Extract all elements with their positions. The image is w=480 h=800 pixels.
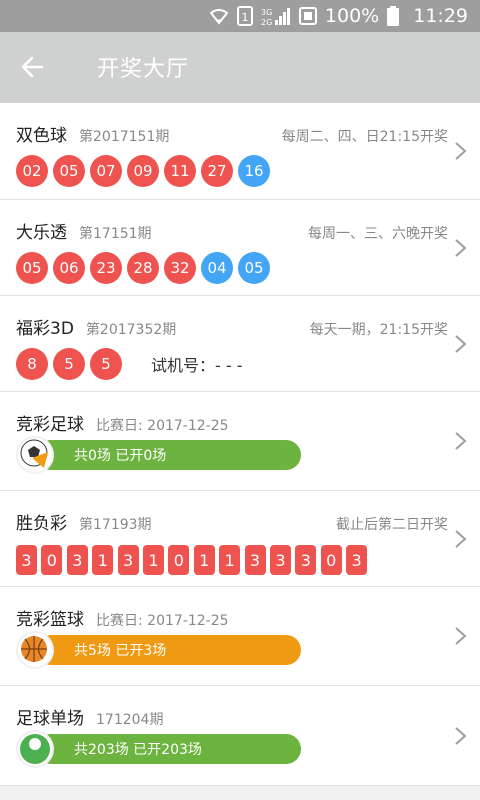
chevron-right-icon [455,726,467,745]
app-bar: 开奖大厅 [0,32,480,102]
result-digit: 0 [320,545,342,575]
chevron-right-icon [455,627,467,645]
result-digit: 0 [168,545,190,575]
lottery-name: 竞彩篮球 [16,610,84,630]
lottery-schedule: 每周二、四、日21:15开奖 [281,129,448,145]
lottery-schedule: 截止后第二日开奖 [336,517,448,533]
chevron-right-icon [455,334,467,353]
red-ball: 23 [90,252,122,284]
match-summary-pill: 共5场 已开3场 [16,631,301,669]
red-ball: 32 [164,252,196,284]
result-digit: 3 [66,545,88,575]
result-digit: 1 [92,545,114,575]
match-summary: 共0场 已开0场 [36,440,301,470]
red-ball: 02 [16,155,48,187]
card-icon [298,6,317,26]
red-ball: 05 [53,155,85,187]
result-balls: 05 06 23 28 32 04 05 [16,252,275,284]
chevron-right-icon [455,529,467,548]
wifi-icon [209,7,229,25]
red-ball: 11 [164,155,196,187]
result-balls: 8 5 5 试机号：- - - [16,348,243,380]
result-digit: 1 [219,545,241,575]
lottery-row-dlt[interactable]: 大乐透 第17151期 每周一、三、六晚开奖 05 06 23 28 32 04… [0,200,480,296]
result-digit: 0 [41,545,63,575]
lottery-issue: 171204期 [96,712,164,728]
chevron-right-icon [455,432,467,450]
red-ball: 07 [90,155,122,187]
blue-ball: 05 [238,252,270,284]
lottery-row-sfc[interactable]: 胜负彩 第17193期 截止后第二日开奖 3 0 3 1 3 1 0 1 1 3… [0,491,480,587]
match-summary: 共203场 已开203场 [36,734,301,764]
match-summary-pill: 共0场 已开0场 [16,436,301,474]
lottery-schedule: 每天一期，21:15开奖 [309,322,448,338]
basketball-icon [16,631,54,669]
result-digit: 3 [346,545,368,575]
result-digit: 1 [193,545,215,575]
lottery-row-bd[interactable]: 足球单场 171204期 共203场 已开203场 [0,686,480,786]
red-ball: 5 [90,348,122,380]
red-ball: 5 [53,348,85,380]
red-ball: 8 [16,348,48,380]
red-ball: 27 [201,155,233,187]
match-summary: 共5场 已开3场 [36,635,301,665]
lottery-row-jczq[interactable]: 竞彩足球 比赛日: 2017-12-25 共0场 已开0场 [0,392,480,491]
svg-text:3G: 3G [261,8,272,17]
svg-text:1: 1 [241,11,248,24]
page-title: 开奖大厅 [97,57,190,82]
lottery-row-3d[interactable]: 福彩3D 第2017352期 每天一期，21:15开奖 8 5 5 试机号：- … [0,296,480,392]
match-summary-pill: 共203场 已开203场 [16,730,301,768]
result-digit: 1 [142,545,164,575]
red-ball: 09 [127,155,159,187]
lottery-list: 双色球 第2017151期 每周二、四、日21:15开奖 02 05 07 09… [0,103,480,786]
lottery-issue: 第17193期 [79,517,152,533]
lottery-name: 足球单场 [16,709,84,729]
red-ball: 05 [16,252,48,284]
sim-icon: 1 [236,6,253,26]
back-button[interactable] [0,32,64,102]
chevron-right-icon [455,142,467,160]
single-match-icon [16,730,54,768]
lottery-name: 双色球 [16,126,67,146]
result-digit: 3 [269,545,291,575]
svg-text:2G: 2G [261,18,272,26]
status-bar: 1 3G 2G 100% 11:29 [0,0,480,32]
lottery-row-ssq[interactable]: 双色球 第2017151期 每周二、四、日21:15开奖 02 05 07 09… [0,103,480,200]
lottery-row-jclq[interactable]: 竞彩篮球 比赛日: 2017-12-25 共5场 已开3场 [0,587,480,686]
clock: 11:29 [413,5,468,27]
match-date: 比赛日: 2017-12-25 [96,418,229,434]
result-digit: 3 [16,545,37,575]
signal-3g-icon: 3G 2G [261,6,291,26]
lottery-name: 胜负彩 [16,514,67,534]
blue-ball: 04 [201,252,233,284]
red-ball: 06 [53,252,85,284]
battery-percent: 100% [324,5,380,27]
blue-ball: 16 [238,155,270,187]
football-icon [16,436,54,474]
result-digits: 3 0 3 1 3 1 0 1 1 3 3 3 0 3 [16,545,371,575]
lottery-name: 竞彩足球 [16,415,84,435]
red-ball: 28 [127,252,159,284]
lottery-issue: 第17151期 [79,226,152,242]
arrow-left-icon [21,56,44,78]
lottery-name: 福彩3D [16,319,74,339]
result-digit: 3 [244,545,266,575]
result-balls: 02 05 07 09 11 27 16 [16,155,275,187]
chevron-right-icon [455,238,467,257]
lottery-name: 大乐透 [16,223,67,243]
lottery-issue: 第2017352期 [85,322,177,338]
battery-icon [387,6,400,26]
match-date: 比赛日: 2017-12-25 [96,613,229,629]
result-digit: 3 [295,545,317,575]
trial-number: 试机号：- - - [151,356,243,375]
result-digit: 3 [117,545,139,575]
lottery-issue: 第2017151期 [79,129,170,145]
lottery-schedule: 每周一、三、六晚开奖 [308,226,448,242]
